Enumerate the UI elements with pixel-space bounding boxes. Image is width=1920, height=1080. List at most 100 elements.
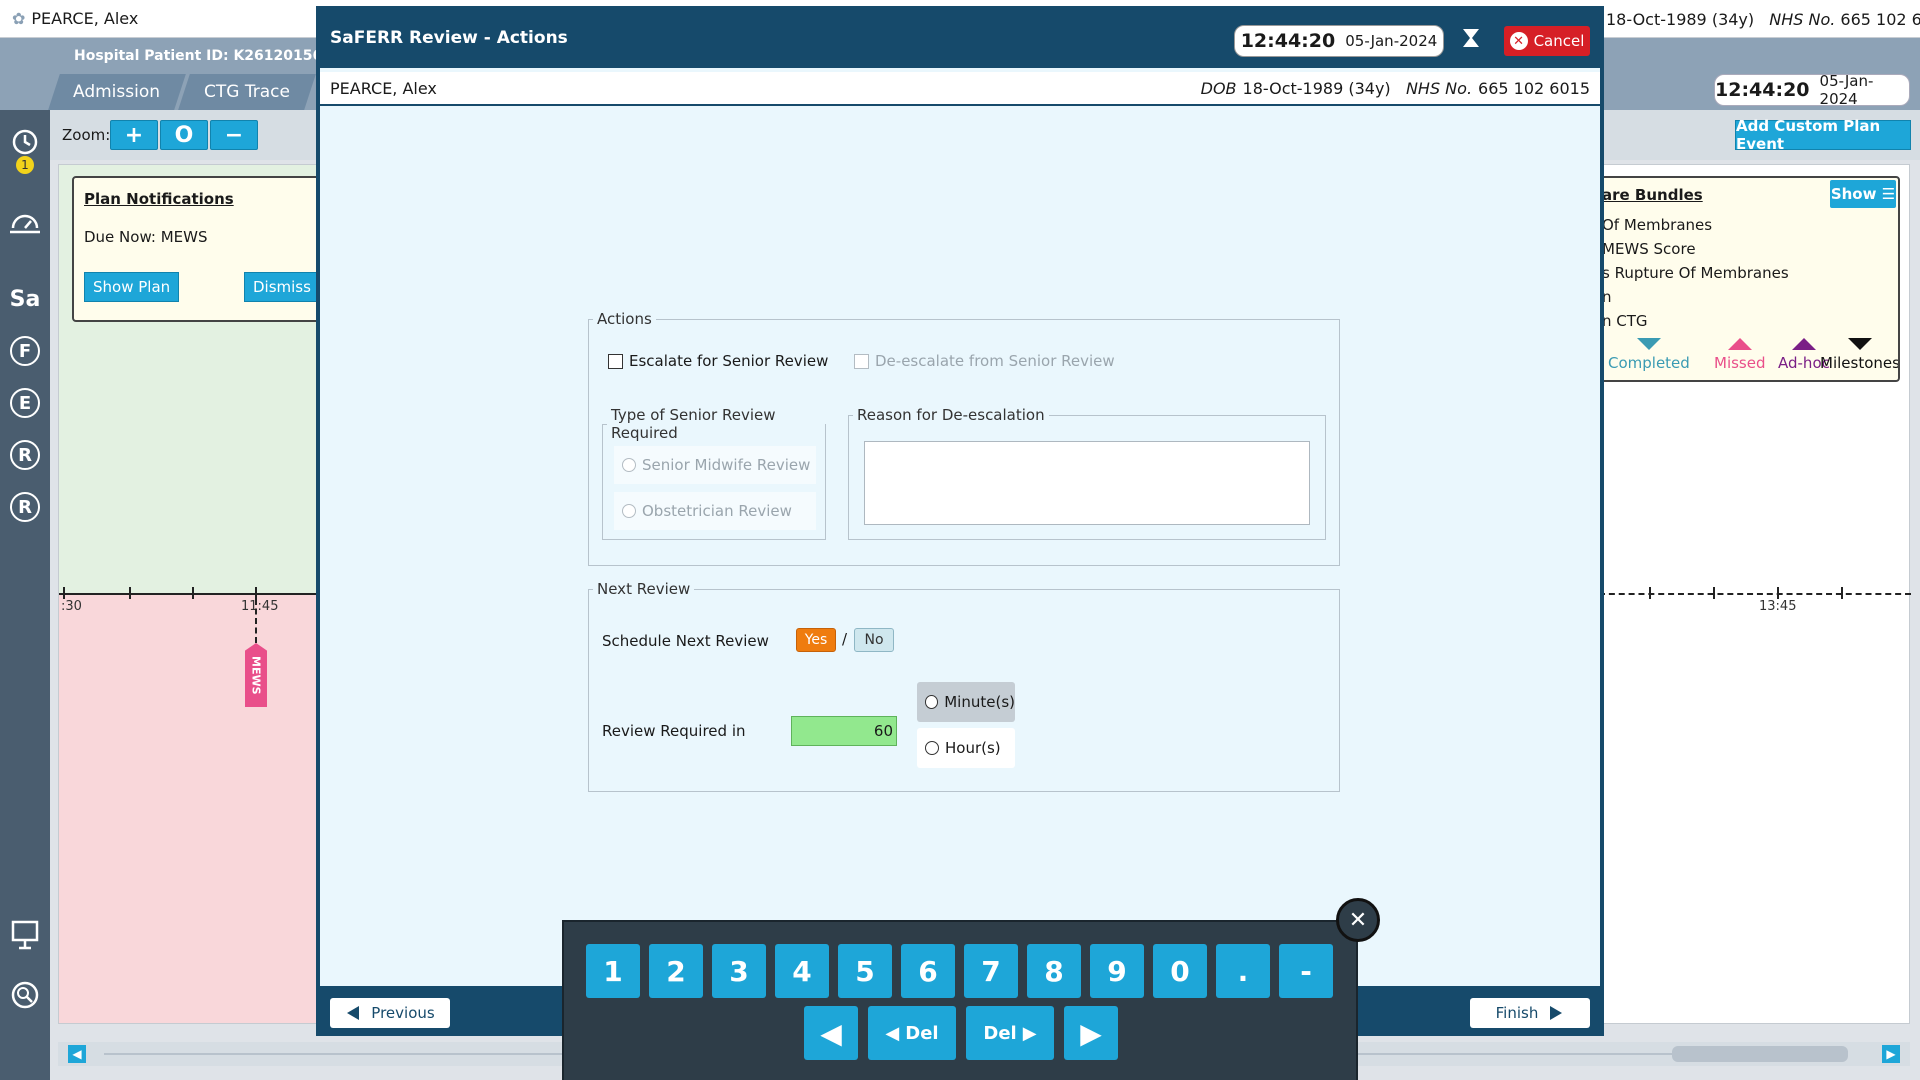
key-decimal[interactable]: . — [1216, 944, 1270, 998]
zoom-out-button[interactable]: − — [210, 120, 258, 150]
axis-tick-label: :30 — [61, 599, 82, 614]
saferr-review-dialog: SaFERR Review - Actions 12:44:20 05-Jan-… — [316, 6, 1604, 1036]
key-6[interactable]: 6 — [901, 944, 955, 998]
rail-letter-sa[interactable]: Sa — [8, 282, 42, 316]
rail-letter-r2[interactable]: R — [10, 492, 40, 522]
schedule-yes-button[interactable]: Yes — [796, 628, 836, 652]
clock-date: 05-Jan-2024 — [1345, 32, 1438, 50]
legend-milestones: Milestones — [1820, 338, 1898, 372]
dismiss-button[interactable]: Dismiss — [244, 272, 320, 302]
axis-tick — [255, 587, 257, 599]
zoom-reset-button[interactable]: O — [160, 120, 208, 150]
bundle-item[interactable]: n CTG — [1602, 312, 1648, 330]
dialog-patient-bar: PEARCE, Alex DOB 18-Oct-1989 (34y) NHS No… — [320, 72, 1600, 106]
missed-triangle-icon — [1727, 338, 1752, 350]
finish-button[interactable]: Finish — [1470, 998, 1590, 1028]
legend-completed: Completed — [1608, 338, 1690, 372]
del-label: Del — [905, 1022, 939, 1044]
key-3[interactable]: 3 — [712, 944, 766, 998]
senior-midwife-label: Senior Midwife Review — [642, 456, 811, 474]
bundle-item[interactable]: Of Membranes — [1602, 216, 1712, 234]
scroll-thumb[interactable] — [1672, 1046, 1848, 1062]
add-custom-plan-event-button[interactable]: Add Custom Plan Event — [1735, 117, 1911, 153]
deescalate-checkbox[interactable]: De-escalate from Senior Review — [854, 352, 1115, 370]
zoom-in-button[interactable]: + — [110, 120, 158, 150]
show-bundles-button[interactable]: Show ☰ — [1830, 180, 1896, 208]
key-2[interactable]: 2 — [649, 944, 703, 998]
bundle-item[interactable]: MEWS Score — [1602, 240, 1696, 258]
key-minus[interactable]: - — [1279, 944, 1333, 998]
dialog-patient-info: DOB 18-Oct-1989 (34y) NHS No. 665 102 6015 — [1201, 79, 1590, 98]
reason-legend: Reason for De-escalation — [857, 406, 1045, 424]
dob-label: DOB — [1200, 79, 1237, 98]
deescalation-reason-textarea[interactable] — [864, 441, 1310, 525]
mews-event-marker[interactable]: MEWS — [245, 643, 267, 707]
plan-notifications-title: Plan Notifications — [84, 190, 234, 208]
delete-left-key[interactable]: ◀ Del — [868, 1006, 956, 1060]
axis-tick — [1713, 587, 1715, 599]
key-7[interactable]: 7 — [964, 944, 1018, 998]
review-required-label: Review Required in — [602, 722, 746, 740]
patient-name: PEARCE, Alex — [31, 9, 139, 28]
patient-name-area: ✿ PEARCE, Alex — [12, 9, 138, 28]
cursor-right-key[interactable]: ▶ — [1064, 1006, 1118, 1060]
hours-label: Hour(s) — [945, 739, 1001, 757]
dob-value: 18-Oct-1989 (34y) — [1606, 10, 1755, 29]
axis-tick — [129, 587, 131, 599]
schedule-no-button[interactable]: No — [854, 628, 894, 652]
del-label: Del — [983, 1022, 1017, 1044]
scroll-left-icon[interactable]: ◀ — [68, 1045, 86, 1063]
key-9[interactable]: 9 — [1090, 944, 1144, 998]
radio-dot[interactable] — [925, 741, 939, 755]
senior-midwife-radio[interactable]: Senior Midwife Review — [614, 446, 816, 484]
mews-marker-line — [255, 599, 257, 643]
delete-right-key[interactable]: Del ▶ — [966, 1006, 1054, 1060]
radio-dot[interactable] — [622, 458, 636, 472]
rail-letter-r1[interactable]: R — [10, 440, 40, 470]
presentation-board-icon[interactable] — [8, 918, 42, 952]
rail-letter-e[interactable]: E — [10, 388, 40, 418]
clock-date: 05-Jan-2024 — [1819, 72, 1874, 108]
show-plan-button[interactable]: Show Plan — [84, 272, 180, 302]
key-4[interactable]: 4 — [775, 944, 829, 998]
rail-letter-f[interactable]: F — [10, 336, 40, 366]
review-interval-input[interactable]: 60 — [791, 716, 897, 746]
hourglass-icon[interactable] — [1462, 28, 1480, 53]
alarm-clock-icon[interactable] — [8, 124, 42, 158]
actions-legend: Actions — [597, 310, 652, 328]
radio-dot[interactable] — [925, 695, 939, 709]
axis-tick — [1841, 587, 1843, 599]
radio-dot[interactable] — [622, 504, 636, 518]
close-keypad-icon[interactable]: ✕ — [1336, 898, 1380, 942]
cursor-left-key[interactable]: ◀ — [804, 1006, 858, 1060]
checkbox-box[interactable] — [608, 353, 623, 369]
key-0[interactable]: 0 — [1153, 944, 1207, 998]
search-icon[interactable] — [8, 978, 42, 1012]
key-5[interactable]: 5 — [838, 944, 892, 998]
axis-tick-label: 11:45 — [241, 599, 279, 614]
minutes-radio[interactable]: Minute(s) — [917, 682, 1015, 722]
dialog-clock[interactable]: 12:44:20 05-Jan-2024 — [1234, 25, 1444, 57]
history-gauge-icon[interactable] — [8, 204, 42, 238]
hours-radio[interactable]: Hour(s) — [917, 728, 1015, 768]
schedule-next-review-label: Schedule Next Review — [602, 632, 769, 650]
axis-tick-label: 13:45 — [1759, 599, 1797, 614]
scroll-right-icon[interactable]: ▶ — [1882, 1045, 1900, 1063]
tab-ctg-trace[interactable]: CTG Trace — [178, 74, 316, 110]
plan-notifications-panel: Plan Notifications Due Now: MEWS Show Pl… — [72, 176, 332, 322]
previous-button[interactable]: Previous — [330, 998, 450, 1028]
cancel-label: Cancel — [1533, 32, 1585, 50]
cancel-button[interactable]: ✕ Cancel — [1504, 26, 1590, 56]
key-1[interactable]: 1 — [586, 944, 640, 998]
escalate-checkbox[interactable]: Escalate for Senior Review — [608, 352, 828, 370]
axis-tick — [192, 587, 194, 599]
key-8[interactable]: 8 — [1027, 944, 1081, 998]
tab-admission[interactable]: Admission — [48, 74, 186, 110]
checkbox-box[interactable] — [854, 353, 869, 369]
close-circle-icon: ✕ — [1509, 32, 1528, 50]
dialog-title: SaFERR Review - Actions — [330, 28, 568, 48]
bundle-item[interactable]: s Rupture Of Membranes — [1602, 264, 1789, 282]
time-axis — [59, 593, 319, 595]
obstetrician-radio[interactable]: Obstetrician Review — [614, 492, 816, 530]
yes-no-separator: / — [842, 630, 848, 648]
